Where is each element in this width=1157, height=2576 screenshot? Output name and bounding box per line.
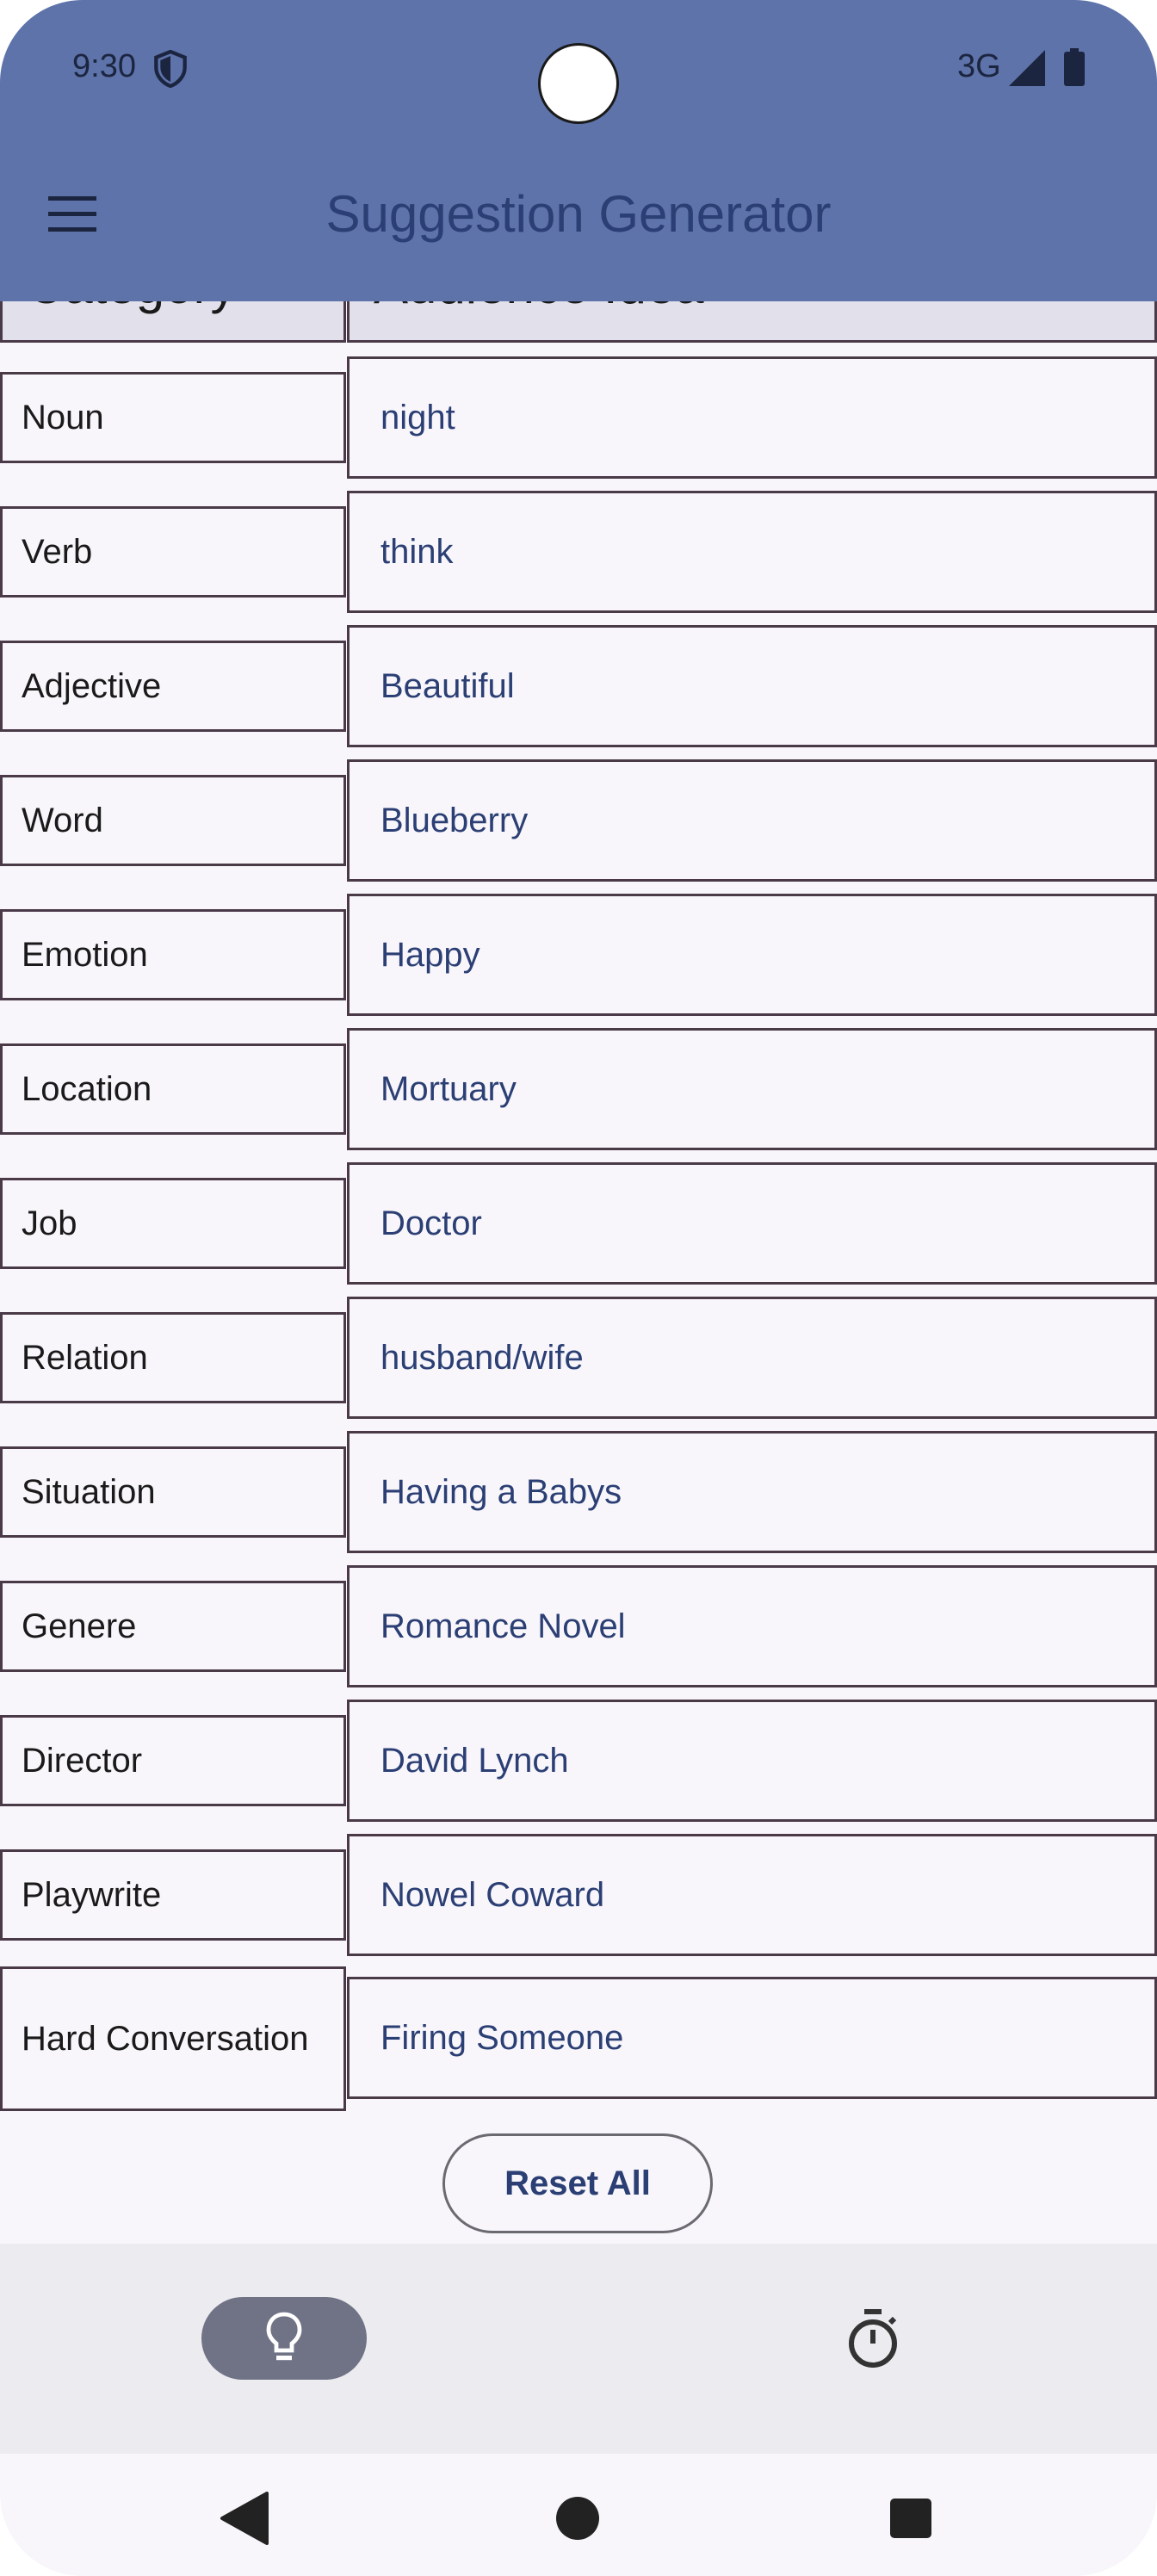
status-time: 9:30 — [72, 48, 136, 84]
suggestion-cell[interactable]: Romance Novel — [347, 1565, 1157, 1687]
suggestion-cell[interactable]: Doctor — [347, 1162, 1157, 1285]
nav-ideas-tab[interactable] — [201, 2297, 367, 2380]
suggestion-cell[interactable]: David Lynch — [347, 1700, 1157, 1822]
home-icon[interactable] — [556, 2497, 599, 2540]
category-cell: Hard Conversation — [0, 1966, 346, 2111]
suggestion-cell[interactable]: Having a Babys — [347, 1431, 1157, 1553]
category-cell: Verb — [0, 506, 346, 598]
category-cell: Director — [0, 1715, 346, 1806]
reset-all-button[interactable]: Reset All — [442, 2133, 713, 2233]
table-content: Category Audience Idea Noun night Verb t… — [0, 0, 1157, 2244]
category-cell: Job — [0, 1178, 346, 1269]
category-cell: Adjective — [0, 641, 346, 732]
suggestion-cell[interactable]: Nowel Coward — [347, 1834, 1157, 1956]
recents-icon[interactable] — [890, 2499, 931, 2538]
category-cell: Playwrite — [0, 1849, 346, 1941]
battery-icon — [1064, 48, 1085, 86]
system-navigation-bar — [0, 2454, 1157, 2576]
network-type: 3G — [957, 48, 1001, 84]
phone-screen: Category Audience Idea Noun night Verb t… — [0, 0, 1157, 2576]
suggestion-cell[interactable]: Blueberry — [347, 759, 1157, 882]
app-title: Suggestion Generator — [325, 185, 832, 243]
nav-timer-tab[interactable] — [838, 2295, 907, 2381]
category-cell: Emotion — [0, 909, 346, 1000]
suggestion-cell[interactable]: Mortuary — [347, 1028, 1157, 1150]
camera-cutout — [538, 43, 619, 124]
suggestion-cell[interactable]: husband/wife — [347, 1297, 1157, 1419]
back-icon[interactable] — [219, 2492, 270, 2545]
category-cell: Location — [0, 1043, 346, 1135]
suggestion-cell[interactable]: Beautiful — [347, 625, 1157, 747]
category-cell: Genere — [0, 1581, 346, 1672]
suggestion-cell[interactable]: Firing Someone — [347, 1977, 1157, 2099]
category-cell: Word — [0, 775, 346, 866]
suggestion-cell[interactable]: Happy — [347, 894, 1157, 1016]
suggestion-cell[interactable]: think — [347, 491, 1157, 613]
category-cell: Relation — [0, 1312, 346, 1403]
category-cell: Noun — [0, 372, 346, 463]
bottom-navigation — [0, 2244, 1157, 2454]
lightbulb-icon — [266, 2312, 302, 2361]
suggestion-cell[interactable]: night — [347, 356, 1157, 479]
category-cell: Situation — [0, 1446, 346, 1538]
shield-icon — [154, 50, 187, 88]
signal-icon — [1009, 50, 1045, 86]
timer-icon — [849, 2309, 897, 2368]
app-bar: 9:30 3G Suggestion Generator — [0, 0, 1157, 301]
